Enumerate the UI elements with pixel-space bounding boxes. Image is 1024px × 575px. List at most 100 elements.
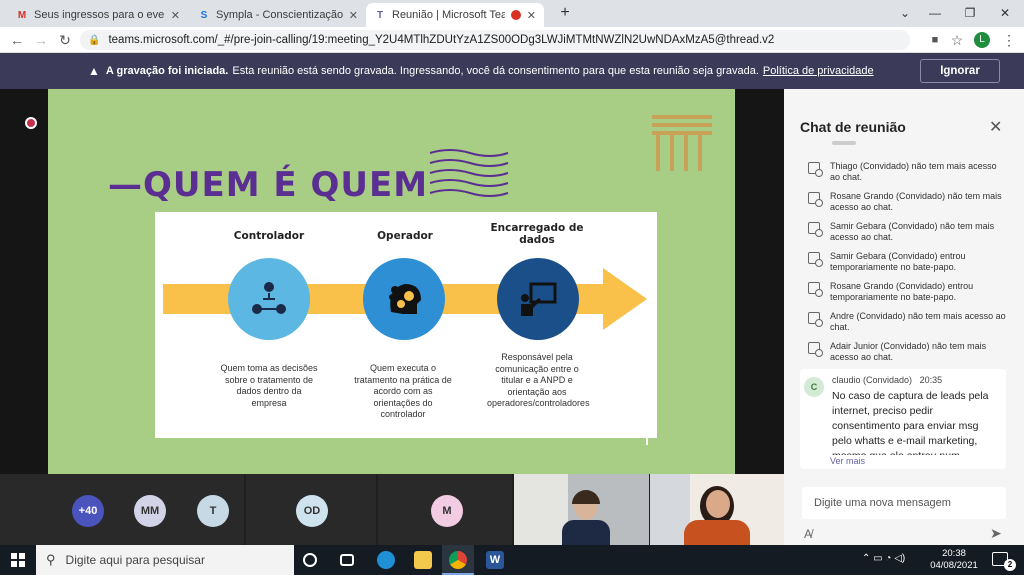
chat-event-text: Andre (Convidado) não tem mais acesso ao…: [830, 311, 1006, 332]
chrome-icon: [449, 551, 467, 569]
chat-access-icon: [808, 222, 823, 237]
chat-access-icon: [808, 192, 823, 207]
desc-controlador: Quem toma as decisões sobre o tratamento…: [220, 363, 318, 408]
participant-avatar[interactable]: OD: [296, 495, 328, 527]
wave-lines-decoration: [429, 149, 509, 197]
participant-avatar[interactable]: M: [431, 495, 463, 527]
windows-start-icon[interactable]: [11, 553, 25, 567]
privacy-policy-link[interactable]: Política de privacidade: [763, 65, 874, 77]
message-body: No caso de captura de leads pela interne…: [832, 390, 989, 455]
desc-encarregado: Responsável pela comunicação entre o tit…: [487, 352, 590, 408]
restore-icon[interactable]: ❐: [955, 3, 985, 23]
chat-event: Rosane Grando (Convidado) não tem mais a…: [808, 191, 1008, 213]
participant-avatar[interactable]: T: [197, 495, 229, 527]
slide-title: —QUEM É QUEM: [108, 165, 429, 205]
recording-tab-icon: [510, 10, 521, 20]
shared-slide: —QUEM É QUEM Controlador Operador Encarr…: [48, 89, 735, 474]
chat-access-icon: [808, 282, 823, 297]
back-icon[interactable]: ←: [8, 31, 26, 49]
close-tab-icon[interactable]: ✕: [527, 9, 536, 22]
edge-icon[interactable]: [377, 551, 395, 569]
chat-access-icon: [808, 252, 823, 267]
chat-event-text: Samir Gebara (Convidado) não tem mais ac…: [830, 221, 995, 242]
heading-controlador: Controlador: [233, 230, 305, 242]
tab-title: Sympla - Conscientização da LGP: [216, 9, 343, 21]
tab-teams[interactable]: T Reunião | Microsoft Teams ✕: [366, 3, 544, 27]
close-icon[interactable]: ✕: [989, 117, 1002, 137]
taskbar-search[interactable]: ⚲ Digite aqui para pesquisar: [36, 545, 294, 575]
task-view-icon[interactable]: [340, 554, 354, 566]
chat-event: Rosane Grando (Convidado) entrou tempora…: [808, 281, 1008, 303]
ignore-button[interactable]: Ignorar: [920, 59, 1000, 83]
see-more-link[interactable]: Ver mais: [830, 456, 865, 466]
system-tray-icons[interactable]: ⌃ ▭ ◔ ◁): [862, 553, 905, 564]
chat-event-text: Samir Gebara (Convidado) entrou temporar…: [830, 251, 966, 272]
chat-message[interactable]: C claudio (Convidado) 20:35 No caso de c…: [800, 369, 1006, 469]
roles-card: Controlador Operador Encarregado de dado…: [155, 212, 657, 438]
heading-operador: Operador: [377, 230, 433, 242]
chat-access-icon: [808, 162, 823, 177]
participant-video-2[interactable]: [650, 474, 784, 545]
tab-sympla[interactable]: S Sympla - Conscientização da LGP ✕: [190, 3, 366, 27]
chat-event: Samir Gebara (Convidado) não tem mais ac…: [808, 221, 1008, 243]
operador-circle: [363, 258, 445, 340]
tab-gmail[interactable]: M Seus ingressos para o evento: Co ✕: [8, 3, 188, 27]
close-window-icon[interactable]: ✕: [990, 3, 1020, 23]
format-icon[interactable]: A̸: [804, 527, 812, 541]
chat-event: Thiago (Convidado) não tem mais acesso a…: [808, 161, 1008, 183]
close-tab-icon[interactable]: ✕: [349, 9, 358, 22]
new-tab-icon[interactable]: +: [550, 3, 580, 23]
chat-title: Chat de reunião: [800, 119, 906, 135]
camera-icon[interactable]: ■: [926, 31, 944, 49]
participant-video-1[interactable]: [514, 474, 649, 545]
presentation-icon: [521, 282, 557, 316]
banner-bold-text: A gravação foi iniciada.: [105, 65, 229, 77]
clock-time: 20:38: [942, 548, 966, 559]
search-icon: ⚲: [46, 552, 56, 567]
url-field[interactable]: 🔒 teams.microsoft.com/_#/pre-join-callin…: [80, 30, 910, 50]
message-header: claudio (Convidado) 20:35: [832, 375, 942, 385]
chat-event: Adair Junior (Convidado) não tem mais ac…: [808, 341, 1008, 363]
windows-taskbar: ⚲ Digite aqui para pesquisar W ⌃ ▭ ◔ ◁) …: [0, 545, 1024, 575]
banner-text: Esta reunião está sendo gravada. Ingress…: [232, 65, 759, 77]
message-time: 20:35: [919, 375, 943, 385]
minimize-icon[interactable]: —: [920, 3, 950, 23]
participant-avatar[interactable]: MM: [134, 495, 166, 527]
close-tab-icon[interactable]: ✕: [171, 9, 180, 22]
chrome-taskbar-button[interactable]: [442, 545, 474, 575]
teams-icon: T: [376, 9, 384, 21]
heading-encarregado: Encarregado de dados: [490, 222, 584, 246]
chat-event-text: Rosane Grando (Convidado) não tem mais a…: [830, 191, 1002, 212]
reload-icon[interactable]: ↻: [56, 31, 74, 49]
word-icon[interactable]: W: [486, 551, 504, 569]
profile-avatar[interactable]: L: [974, 32, 990, 48]
people-network-icon: [252, 282, 286, 314]
mouse-cursor-icon: [646, 433, 654, 445]
sympla-icon: S: [200, 9, 208, 21]
message-author: claudio (Convidado): [832, 375, 913, 385]
address-bar: ← → ↻ 🔒 teams.microsoft.com/_#/pre-join-…: [0, 27, 1024, 53]
more-participants-avatar[interactable]: +40: [72, 495, 104, 527]
chat-event: Samir Gebara (Convidado) entrou temporar…: [808, 251, 1008, 273]
chat-event-text: Thiago (Convidado) não tem mais acesso a…: [830, 161, 997, 182]
chat-compose-input[interactable]: Digite uma nova mensagem: [802, 487, 1006, 519]
recording-banner: ▲ A gravação foi iniciada. Esta reunião …: [0, 53, 1024, 89]
chat-access-icon: [808, 312, 823, 327]
file-explorer-icon[interactable]: [414, 551, 432, 569]
desc-operador: Quem executa o tratamento na prática de …: [354, 363, 452, 419]
scroll-fade: [832, 141, 856, 145]
chat-access-icon: [808, 342, 823, 357]
chat-event-text: Rosane Grando (Convidado) entrou tempora…: [830, 281, 974, 302]
bookmark-star-icon[interactable]: ☆: [948, 31, 966, 49]
tab-search-icon[interactable]: ⌄: [890, 3, 920, 23]
cortana-icon[interactable]: [303, 553, 317, 567]
send-icon[interactable]: ➤: [990, 525, 1002, 542]
chat-event-text: Adair Junior (Convidado) não tem mais ac…: [830, 341, 987, 362]
menu-dots-icon[interactable]: ⋮: [1000, 31, 1018, 49]
taskbar-clock[interactable]: 20:38 04/08/2021: [930, 548, 978, 572]
encarregado-circle: [497, 258, 579, 340]
controlador-circle: [228, 258, 310, 340]
forward-icon[interactable]: →: [32, 31, 50, 49]
participants-row: +40 MM T OD M: [0, 474, 784, 545]
recording-indicator-icon: [25, 117, 37, 129]
